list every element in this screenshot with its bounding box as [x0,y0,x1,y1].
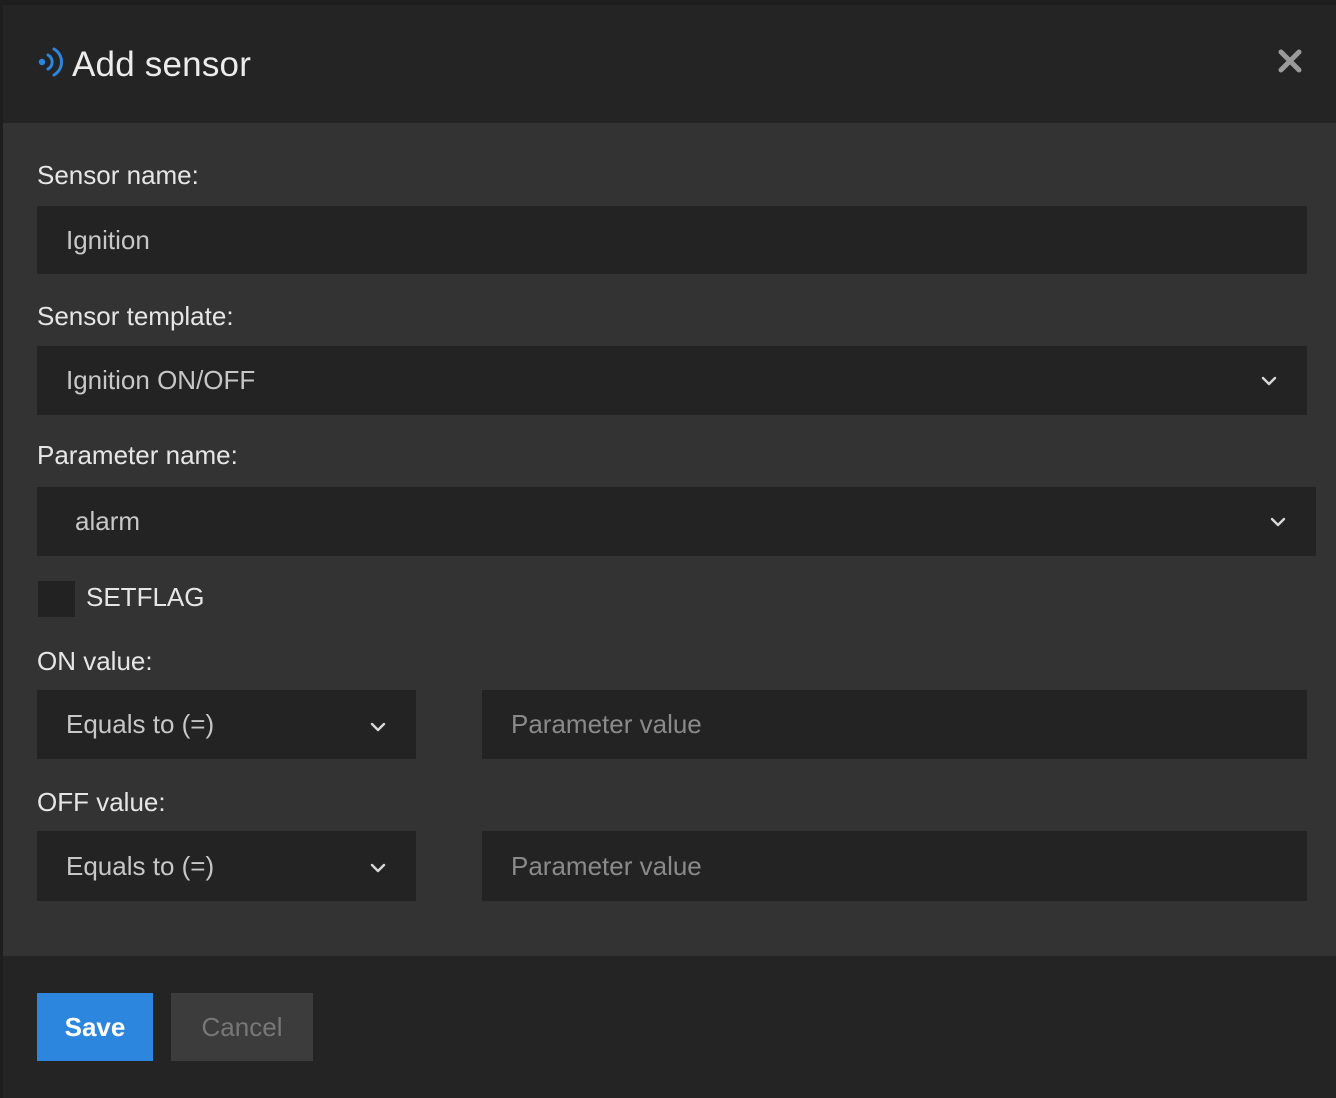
on-parameter-value-input[interactable]: Parameter value [482,690,1307,759]
close-icon[interactable] [1274,45,1306,77]
on-operator-select[interactable]: Equals to (=) [37,690,416,759]
dialog-title: Add sensor [72,45,252,84]
off-parameter-value-placeholder: Parameter value [511,850,702,881]
cancel-button[interactable]: Cancel [171,993,313,1061]
sensor-name-label: Sensor name: [37,160,199,190]
dialog-body: Sensor name: Ignition Sensor template: I… [3,123,1336,956]
on-operator-selected: Equals to (=) [66,709,215,739]
parameter-name-label: Parameter name: [37,440,238,470]
off-operator-selected: Equals to (=) [66,850,215,881]
sensor-template-selected: Ignition ON/OFF [66,365,256,395]
chevron-down-icon [1261,376,1277,386]
on-parameter-value-placeholder: Parameter value [511,709,702,739]
sensor-signal-icon [38,47,64,77]
sensor-name-value: Ignition [66,224,150,255]
setflag-label: SETFLAG [86,582,205,612]
off-value-label: OFF value: [37,787,166,817]
sensor-template-select[interactable]: Ignition ON/OFF [37,346,1307,415]
chevron-down-icon [370,863,386,873]
dialog-header: Add sensor [3,5,1336,123]
add-sensor-dialog: Add sensor Sensor name: Ignition Sensor … [3,5,1336,1098]
sensor-template-label: Sensor template: [37,301,234,331]
setflag-checkbox[interactable] [38,581,75,617]
dialog-footer: Save Cancel [3,956,1336,1098]
parameter-name-select[interactable]: alarm [37,487,1316,556]
on-value-label: ON value: [37,646,153,676]
chevron-down-icon [1270,517,1286,527]
off-parameter-value-input[interactable]: Parameter value [482,831,1307,901]
chevron-down-icon [370,722,386,732]
parameter-name-selected: alarm [75,506,141,536]
sensor-name-input[interactable]: Ignition [37,206,1307,274]
off-operator-select[interactable]: Equals to (=) [37,831,416,901]
save-button[interactable]: Save [37,993,153,1061]
